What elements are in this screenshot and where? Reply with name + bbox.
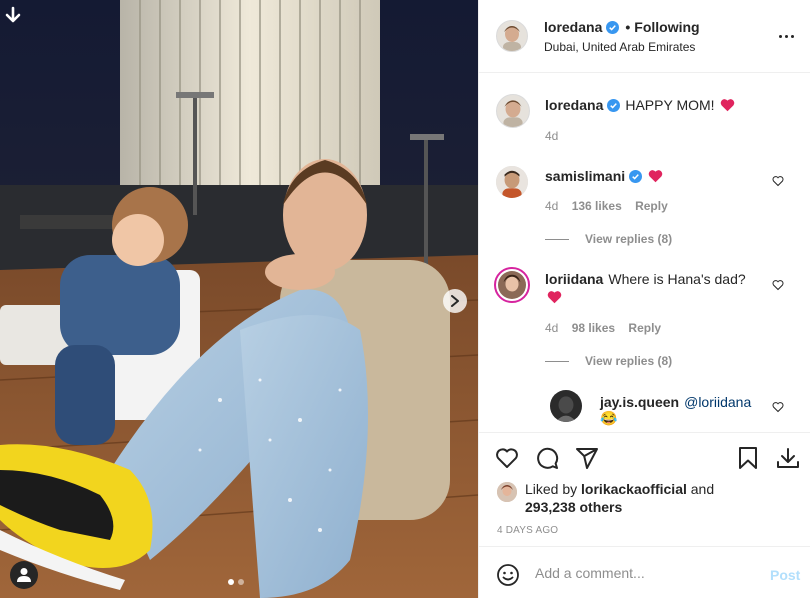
- comments-list[interactable]: loredana HAPPY MOM! 4d samislimani 4d 13…: [479, 74, 810, 432]
- comment-likes[interactable]: 98 likes: [572, 321, 615, 335]
- reply-button[interactable]: Reply: [635, 199, 668, 213]
- reply-avatar[interactable]: [550, 390, 582, 422]
- share-icon[interactable]: [575, 446, 599, 470]
- action-bar: Liked by lorikackaofficial and 293,238 o…: [479, 432, 810, 546]
- download-icon[interactable]: [776, 446, 800, 470]
- red-heart-emoji-icon: [720, 99, 734, 112]
- comment-text: Where is Hana's dad?: [608, 271, 746, 287]
- comment-username[interactable]: samislimani: [545, 168, 625, 184]
- reply-mention[interactable]: @loriidana: [684, 394, 751, 410]
- caption-age[interactable]: 4d: [545, 129, 558, 143]
- caption-username[interactable]: loredana: [545, 97, 603, 113]
- view-replies-button[interactable]: View replies (8): [545, 354, 672, 368]
- comment-likes[interactable]: 136 likes: [572, 199, 622, 213]
- post-side-panel: loredana • Following Dubai, United Arab …: [478, 0, 810, 598]
- photo-image: [0, 0, 478, 598]
- follow-separator: •: [625, 19, 631, 35]
- comment-avatar-story-ring[interactable]: [494, 267, 530, 303]
- heart-icon[interactable]: [495, 446, 519, 470]
- user-tag-button[interactable]: [10, 561, 38, 589]
- download-corner-icon[interactable]: [4, 6, 22, 26]
- view-replies-label: View replies (8): [585, 232, 673, 246]
- emoji-icon[interactable]: [496, 563, 520, 587]
- comment-avatar[interactable]: [496, 166, 528, 198]
- laughing-emoji: 😂: [600, 410, 618, 426]
- red-heart-emoji-icon: [547, 291, 562, 304]
- liked-by-text: Liked by lorikackaofficial and 293,238 o…: [525, 480, 755, 516]
- comment-line: loriidana Where is Hana's dad?: [545, 271, 746, 287]
- user-tag-icon: [17, 568, 31, 582]
- carousel-dot-active: [228, 579, 234, 585]
- caption: loredana HAPPY MOM!: [545, 97, 735, 113]
- post-location[interactable]: Dubai, United Arab Emirates: [544, 40, 695, 54]
- author-avatar[interactable]: [496, 20, 528, 52]
- carousel-dot: [238, 579, 244, 585]
- more-options-icon[interactable]: [779, 30, 799, 42]
- post-header: loredana • Following Dubai, United Arab …: [479, 0, 810, 73]
- replies-divider: [545, 238, 569, 240]
- comment-meta: 4d 98 likes Reply: [545, 321, 661, 335]
- like-comment-heart-icon[interactable]: [772, 401, 784, 413]
- author-username[interactable]: loredana: [544, 19, 602, 35]
- verified-badge-icon: [607, 98, 621, 112]
- liker-avatar[interactable]: [497, 482, 517, 502]
- chevron-right-icon: [451, 295, 459, 307]
- comment-icon[interactable]: [535, 446, 559, 470]
- comment-age[interactable]: 4d: [545, 321, 558, 335]
- like-comment-heart-icon[interactable]: [772, 279, 784, 291]
- likes-count[interactable]: 293,238 others: [525, 499, 622, 515]
- post-photo[interactable]: [0, 0, 478, 598]
- liked-by-user[interactable]: lorikackaofficial: [581, 481, 687, 497]
- post-comment-button[interactable]: Post: [770, 567, 800, 583]
- view-replies-button[interactable]: View replies (8): [545, 232, 672, 246]
- liked-by-joiner: and: [690, 481, 715, 497]
- next-slide-button[interactable]: [443, 289, 467, 313]
- reply-button[interactable]: Reply: [628, 321, 661, 335]
- reply-line: jay.is.queen @loriidana: [600, 394, 751, 410]
- comment-meta: 4d 136 likes Reply: [545, 199, 668, 213]
- following-button[interactable]: Following: [634, 19, 699, 35]
- verified-badge-icon: [606, 20, 620, 34]
- view-replies-label: View replies (8): [585, 354, 673, 368]
- author-row: loredana • Following: [544, 19, 700, 35]
- bookmark-icon[interactable]: [736, 446, 760, 470]
- comment-username[interactable]: loriidana: [545, 271, 603, 287]
- comment-line: samislimani: [545, 168, 663, 184]
- comment-input[interactable]: [535, 562, 755, 584]
- comment-age[interactable]: 4d: [545, 199, 558, 213]
- red-heart-emoji-icon: [648, 170, 663, 183]
- verified-badge-icon: [629, 169, 643, 183]
- carousel-indicator: [228, 579, 244, 585]
- reply-username[interactable]: jay.is.queen: [600, 394, 679, 410]
- post-timestamp[interactable]: 4 DAYS AGO: [497, 525, 558, 536]
- caption-text: HAPPY MOM!: [625, 97, 715, 113]
- liked-by-prefix: Liked by: [525, 481, 578, 497]
- likes-summary: Liked by lorikackaofficial and 293,238 o…: [497, 480, 755, 516]
- caption-avatar[interactable]: [496, 94, 530, 128]
- like-comment-heart-icon[interactable]: [772, 175, 784, 187]
- comment-composer: Post: [479, 546, 810, 598]
- replies-divider: [545, 360, 569, 362]
